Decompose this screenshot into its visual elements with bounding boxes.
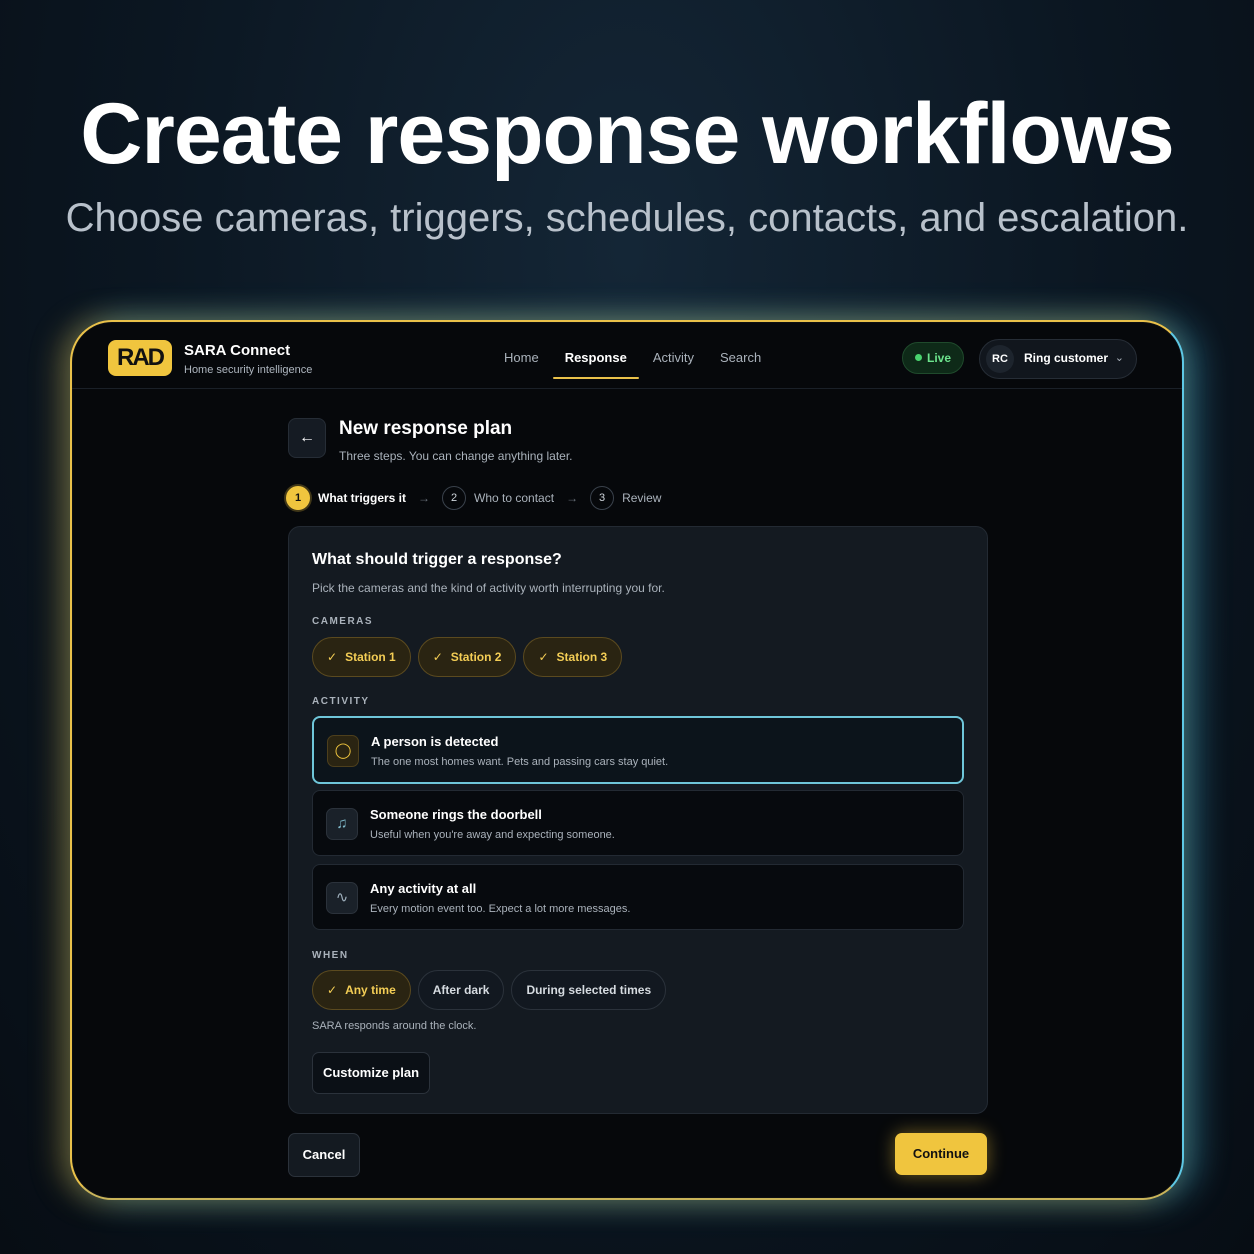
cameras-section-label: CAMERAS bbox=[312, 616, 374, 627]
hero-subtitle: Choose cameras, triggers, schedules, con… bbox=[65, 196, 1189, 240]
step-3-number[interactable]: 3 bbox=[590, 486, 615, 510]
live-status-badge: Live bbox=[902, 342, 964, 374]
customize-plan-button[interactable]: Customize plan bbox=[312, 1052, 430, 1094]
brand-name: SARA Connect bbox=[184, 342, 291, 359]
hero-title: Create response workflows bbox=[80, 86, 1174, 182]
when-chip-after-dark[interactable]: After dark bbox=[417, 970, 505, 1010]
camera-chip-station-3[interactable]: ✓ Station 3 bbox=[523, 637, 623, 677]
check-icon: ✓ bbox=[327, 983, 338, 997]
option-description: Every motion event too. Expect a lot mor… bbox=[370, 903, 631, 915]
chip-label: Station 3 bbox=[556, 650, 608, 664]
app-window: RAD SARA Connect Home security intellige… bbox=[70, 320, 1184, 1200]
user-menu-button[interactable]: RC Ring customer ⌄ bbox=[979, 339, 1137, 379]
step-3-label[interactable]: Review bbox=[622, 491, 661, 505]
check-icon: ✓ bbox=[327, 650, 338, 664]
activity-option-any[interactable]: ∿ Any activity at all Every motion event… bbox=[312, 864, 964, 930]
nav-response[interactable]: Response bbox=[552, 340, 639, 379]
camera-chip-station-2[interactable]: ✓ Station 2 bbox=[417, 637, 517, 677]
bell-icon: ♫ bbox=[326, 808, 358, 840]
step-1-label[interactable]: What triggers it bbox=[318, 491, 406, 505]
trigger-card: What should trigger a response? Pick the… bbox=[288, 526, 988, 1114]
when-chip-row: ✓ Any time After dark During selected tim… bbox=[312, 970, 673, 1010]
chip-label: Station 2 bbox=[450, 650, 502, 664]
when-chip-selected-times[interactable]: During selected times bbox=[511, 970, 667, 1010]
cancel-button[interactable]: Cancel bbox=[288, 1133, 360, 1177]
step-arrow-icon: → bbox=[566, 491, 579, 505]
chevron-down-icon: ⌄ bbox=[1114, 352, 1124, 364]
nav-activity[interactable]: Activity bbox=[641, 340, 706, 376]
arrow-left-icon: ← bbox=[299, 429, 315, 446]
option-title: Any activity at all bbox=[370, 881, 477, 896]
step-2-number[interactable]: 2 bbox=[442, 486, 467, 510]
back-button[interactable]: ← bbox=[288, 418, 326, 458]
option-description: Useful when you're away and expecting so… bbox=[370, 829, 615, 841]
camera-chip-row: ✓ Station 1 ✓ Station 2 ✓ Station 3 bbox=[312, 637, 629, 677]
chip-label: Any time bbox=[345, 983, 396, 997]
step-1-number[interactable]: 1 bbox=[286, 486, 310, 510]
page-subtitle: Three steps. You can change anything lat… bbox=[339, 449, 573, 463]
when-section-label: WHEN bbox=[312, 950, 349, 961]
nav-home[interactable]: Home bbox=[492, 340, 551, 376]
top-bar: RAD SARA Connect Home security intellige… bbox=[72, 322, 1182, 389]
camera-chip-station-1[interactable]: ✓ Station 1 bbox=[312, 637, 411, 677]
activity-section-label: ACTIVITY bbox=[312, 696, 370, 707]
option-title: A person is detected bbox=[371, 734, 499, 749]
step-2-label[interactable]: Who to contact bbox=[474, 491, 554, 505]
activity-option-doorbell[interactable]: ♫ Someone rings the doorbell Useful when… bbox=[312, 790, 964, 856]
nav-search[interactable]: Search bbox=[708, 340, 773, 376]
check-icon: ✓ bbox=[538, 650, 549, 664]
user-name: Ring customer bbox=[1024, 351, 1109, 365]
card-title: What should trigger a response? bbox=[312, 551, 562, 568]
page-title: New response plan bbox=[339, 418, 513, 439]
activity-option-person[interactable]: ◯ A person is detected The one most home… bbox=[312, 716, 964, 784]
person-icon: ◯ bbox=[327, 735, 359, 767]
brand-tagline: Home security intelligence bbox=[184, 364, 313, 376]
step-arrow-icon: → bbox=[418, 491, 431, 505]
live-dot-icon bbox=[914, 354, 922, 361]
avatar: RC bbox=[986, 345, 1014, 373]
chip-label: Station 1 bbox=[345, 650, 396, 664]
check-icon: ✓ bbox=[432, 650, 443, 664]
when-chip-any-time[interactable]: ✓ Any time bbox=[312, 970, 411, 1010]
card-subtitle: Pick the cameras and the kind of activit… bbox=[312, 581, 665, 595]
activity-pulse-icon: ∿ bbox=[326, 882, 358, 914]
main-nav: Home Response Activity Search bbox=[492, 340, 775, 380]
option-description: The one most homes want. Pets and passin… bbox=[371, 756, 669, 768]
rad-logo[interactable]: RAD bbox=[108, 340, 172, 376]
stepper: 1 What triggers it → 2 Who to contact → … bbox=[286, 484, 661, 512]
option-title: Someone rings the doorbell bbox=[370, 807, 542, 822]
live-label: Live bbox=[926, 351, 951, 365]
when-note: SARA responds around the clock. bbox=[312, 1020, 477, 1032]
continue-button[interactable]: Continue bbox=[895, 1133, 987, 1175]
